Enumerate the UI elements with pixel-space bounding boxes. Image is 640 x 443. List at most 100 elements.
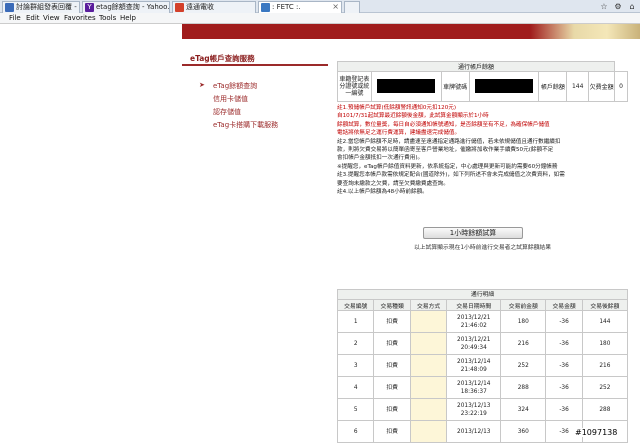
cell-after: 288 bbox=[581, 398, 629, 421]
forum-tab-icon bbox=[5, 3, 14, 12]
reg-value bbox=[370, 71, 442, 102]
sidebar-item-balance[interactable]: eTag餘額查詢 bbox=[213, 81, 257, 91]
cell-time: 21:48:09 bbox=[460, 366, 487, 373]
cell-amount: -36 bbox=[545, 398, 583, 421]
note-line: 電話將依無足之運行費運算，建議盡速完成儲值。 bbox=[337, 130, 461, 137]
cell-no: 5 bbox=[336, 398, 375, 421]
cell-after: 216 bbox=[581, 354, 629, 377]
tab-forum[interactable]: 討論群組發表回覆 - M... bbox=[2, 1, 80, 13]
sidebar-item-deposit[interactable]: 認存儲值 bbox=[213, 107, 241, 117]
account-balance-label: 帳戶餘額 bbox=[538, 71, 568, 102]
plate-value bbox=[468, 71, 540, 102]
tab-fetc-active[interactable]: : FETC :. × bbox=[258, 1, 342, 13]
column-header: 交易日期時間 bbox=[446, 299, 502, 311]
sidebar-item-credit-card[interactable]: 信用卡儲值 bbox=[213, 94, 248, 104]
note-line: 註1.預儲帳戶試算(低餘額警訊通知0元扣120元) bbox=[337, 105, 457, 111]
gear-icon[interactable]: ⚙ bbox=[612, 1, 624, 12]
table-row: 2 扣費 2013/12/21 20:49:34 216 -36 180 bbox=[336, 332, 629, 355]
notes-block: 註1.預儲帳戶試算(低餘額警訊通知0元扣120元) 自101/7/31起試算最近… bbox=[337, 104, 629, 196]
cell-datetime: 2013/12/21 20:49:34 bbox=[446, 332, 502, 355]
balance-table: 通行帳戶餘額 車籍登記表 分證號或統 一編號 車牌號碼 帳戶餘額 144 欠費金… bbox=[336, 61, 628, 102]
transaction-table: 通行明細 交易編號 交易種類 交易方式 交易日期時間 交易前金額 交易金額 交易後餘額 1扣… bbox=[336, 289, 629, 443]
new-tab-button[interactable] bbox=[344, 1, 360, 13]
cell-way bbox=[409, 420, 448, 443]
cell-before: 360 bbox=[500, 420, 547, 443]
menu-bar: File Edit View Favorites Tools Help bbox=[0, 13, 640, 24]
table-row: 3 扣費 2013/12/14 21:48:09 252 -36 216 bbox=[336, 354, 629, 377]
cell-no: 2 bbox=[336, 332, 375, 355]
account-balance-value: 144 bbox=[566, 71, 590, 102]
cell-before: 216 bbox=[500, 332, 547, 355]
cell-time: 21:46:02 bbox=[460, 322, 487, 329]
home-icon[interactable]: ⌂ bbox=[626, 1, 638, 12]
menu-edit[interactable]: Edit bbox=[26, 13, 40, 24]
cell-time: 23:22:19 bbox=[460, 410, 487, 417]
cell-date: 2013/12/13 bbox=[457, 428, 491, 435]
cell-date: 2013/12/14 bbox=[457, 380, 491, 387]
menu-help[interactable]: Help bbox=[120, 13, 136, 24]
cell-amount: -36 bbox=[545, 332, 583, 355]
cell-before: 288 bbox=[500, 376, 547, 399]
tab-yahoo[interactable]: Y etag餘額查詢 - Yahoo... bbox=[82, 1, 170, 13]
cell-no: 6 bbox=[336, 420, 375, 443]
cell-way bbox=[409, 354, 448, 377]
cell-after: 180 bbox=[581, 332, 629, 355]
redacted-plate bbox=[474, 78, 533, 93]
star-icon[interactable]: ☆ bbox=[598, 1, 610, 12]
column-header: 交易後餘額 bbox=[581, 299, 629, 311]
cell-no: 1 bbox=[336, 310, 375, 333]
cell-date: 2013/12/13 bbox=[457, 402, 491, 409]
cell-datetime: 2013/12/14 18:36:37 bbox=[446, 376, 502, 399]
transaction-caption: 通行明細 bbox=[337, 289, 628, 300]
sidebar-title: eTag帳戶查詢服務 bbox=[190, 54, 255, 63]
note-line: 註4.以上帳戶餘額為48小時前餘額。 bbox=[337, 189, 428, 196]
column-header: 交易金額 bbox=[545, 299, 583, 311]
cell-type: 扣費 bbox=[373, 420, 411, 443]
tab-fetc-main[interactable]: 遠通電收 bbox=[172, 1, 256, 13]
cell-way bbox=[409, 310, 448, 333]
note-line: 註2.當您帳戶餘額不足時，請盡速至遠通指定通路進行儲值，若未依規儲值且通行數繼續… bbox=[337, 138, 561, 145]
note-line: 註3.提醒您本帳戶款需依規定配合(國道除外)，如下列所述不會未完成儲值之次費資料… bbox=[337, 172, 565, 179]
cell-type: 扣費 bbox=[373, 354, 411, 377]
cell-date: 2013/12/21 bbox=[457, 314, 491, 321]
cell-amount: -36 bbox=[545, 310, 583, 333]
close-tab-icon[interactable]: × bbox=[332, 2, 339, 12]
cell-before: 324 bbox=[500, 398, 547, 421]
cell-after: 144 bbox=[581, 310, 629, 333]
table-row: 5 扣費 2013/12/13 23:22:19 324 -36 288 bbox=[336, 398, 629, 421]
column-header: 交易種類 bbox=[373, 299, 411, 311]
page-content: eTag帳戶查詢服務 ➤ eTag餘額查詢 信用卡儲值 認存儲值 eTag卡搭購… bbox=[0, 24, 640, 443]
one-hour-balance-button[interactable]: 1小時餘額試算 bbox=[423, 227, 523, 239]
table-row: 1 扣費 2013/12/21 21:46:02 180 -36 144 bbox=[336, 310, 629, 333]
menu-view[interactable]: View bbox=[43, 13, 60, 24]
cell-date: 2013/12/14 bbox=[457, 358, 491, 365]
menu-tools[interactable]: Tools bbox=[99, 13, 116, 24]
cell-datetime: 2013/12/14 21:48:09 bbox=[446, 354, 502, 377]
cell-amount: -36 bbox=[545, 376, 583, 399]
cell-way bbox=[409, 332, 448, 355]
cell-before: 252 bbox=[500, 354, 547, 377]
browser-tab-bar: 討論群組發表回覆 - M... Y etag餘額查詢 - Yahoo... 遠通… bbox=[0, 0, 640, 13]
cell-datetime: 2013/12/13 23:22:19 bbox=[446, 398, 502, 421]
cell-amount: -36 bbox=[545, 354, 583, 377]
note-line: 要查詢未繳款之欠費，請至欠費繳費處查詢。 bbox=[337, 180, 449, 187]
insufficient-label: 欠費金額 bbox=[588, 71, 616, 102]
cell-date: 2013/12/21 bbox=[457, 336, 491, 343]
column-header: 交易前金額 bbox=[500, 299, 547, 311]
cell-datetime: 2013/12/13 bbox=[446, 420, 502, 443]
sidebar-item-download[interactable]: eTag卡搭購下載服務 bbox=[213, 120, 278, 130]
menu-file[interactable]: File bbox=[9, 13, 21, 24]
cell-before: 180 bbox=[500, 310, 547, 333]
fetc-tab-icon bbox=[175, 3, 184, 12]
column-header: 交易方式 bbox=[409, 299, 448, 311]
note-line: 款，則將欠費交易將以簡單函寄至客戶營業地址，催繳將加收作業手續費50元(餘額不足 bbox=[337, 147, 554, 154]
cell-type: 扣費 bbox=[373, 398, 411, 421]
cell-time: 18:36:37 bbox=[460, 388, 487, 395]
cell-way bbox=[409, 398, 448, 421]
cell-way bbox=[409, 376, 448, 399]
menu-favorites[interactable]: Favorites bbox=[64, 13, 96, 24]
yahoo-tab-icon: Y bbox=[85, 3, 94, 12]
cell-type: 扣費 bbox=[373, 332, 411, 355]
redacted-id bbox=[377, 78, 436, 93]
table-row: 4 扣費 2013/12/14 18:36:37 288 -36 252 bbox=[336, 376, 629, 399]
